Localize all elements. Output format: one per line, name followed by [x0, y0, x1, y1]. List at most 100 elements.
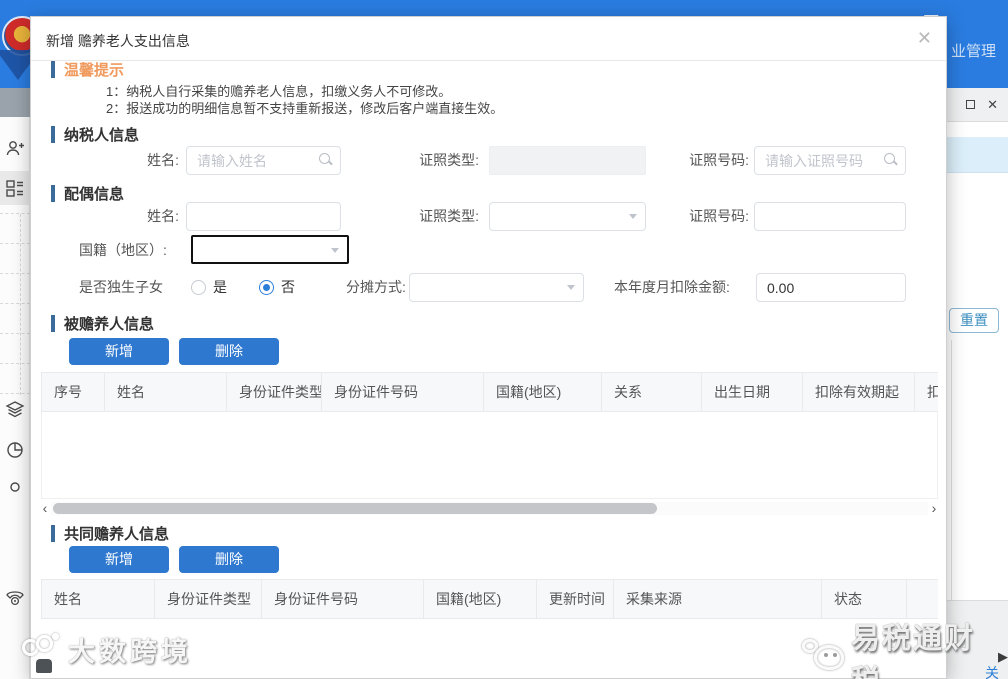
co-supporters-delete-button[interactable]: 删除 [179, 546, 279, 573]
radio-no[interactable] [259, 280, 274, 295]
share-method-select[interactable] [409, 273, 584, 302]
col-relation[interactable]: 关系 [602, 373, 702, 411]
chevron-down-icon [331, 248, 339, 253]
taxpayer-name-label: 姓名: [147, 152, 179, 168]
reset-button[interactable]: 重置 [949, 308, 999, 333]
screen: — ✕ [0, 0, 1008, 679]
background-highlight-row [947, 137, 1008, 173]
panel-divider [951, 340, 952, 600]
sidebar-body [0, 117, 30, 679]
person-add-icon[interactable] [0, 139, 30, 159]
section-bar [51, 185, 55, 202]
section-dependents: 被赡养人信息 [51, 313, 154, 334]
dependents-delete-button[interactable]: 删除 [179, 338, 279, 365]
col-filler [907, 580, 938, 618]
co-supporters-header: 共同赡养人信息 [64, 526, 170, 543]
section-bar [51, 525, 55, 542]
col-birthdate[interactable]: 出生日期 [702, 373, 803, 411]
menu-grid-icon[interactable] [0, 178, 30, 198]
col-seq[interactable]: 序号 [42, 373, 105, 411]
radio-yes[interactable] [191, 280, 206, 295]
col-id-type[interactable]: 身份证件类型 [155, 580, 262, 618]
nationality-select[interactable] [191, 235, 349, 264]
scrollbar-thumb[interactable] [53, 503, 657, 514]
section-spouse: 配偶信息 [51, 183, 124, 204]
horizontal-scrollbar[interactable]: ‹ › [39, 501, 940, 516]
col-source[interactable]: 采集来源 [614, 580, 822, 618]
taxpayer-cert-type-label: 证照类型: [419, 152, 479, 168]
spouse-cert-no-input[interactable] [754, 202, 906, 231]
co-supporters-table: 姓名 身份证件类型 身份证件号码 国籍(地区) 更新时间 采集来源 状态 [41, 579, 938, 619]
phone-icon[interactable] [0, 585, 30, 609]
scroll-left-icon[interactable]: ‹ [39, 501, 51, 516]
section-bar [51, 126, 55, 143]
dependents-add-button[interactable]: 新增 [69, 338, 169, 365]
emblem-ribbon [0, 50, 30, 80]
sidebar-logo-area [0, 0, 30, 88]
only-child-label: 是否独生子女 [79, 279, 163, 295]
taxpayer-header: 纳税人信息 [64, 127, 140, 144]
spouse-name-input[interactable] [186, 202, 341, 231]
right-bottom-bar: 关于 [947, 600, 1008, 679]
spouse-cert-type-select[interactable] [489, 202, 646, 231]
inner-close-icon[interactable]: ✕ [987, 97, 998, 113]
col-id-type[interactable]: 身份证件类型 [227, 373, 322, 411]
inner-window-controls: ✕ [947, 88, 1008, 122]
col-id-number[interactable]: 身份证件号码 [322, 373, 484, 411]
scrollbar-track[interactable] [51, 502, 928, 515]
spouse-header: 配偶信息 [64, 186, 125, 203]
dependents-header: 被赡养人信息 [64, 316, 155, 333]
left-sidebar [0, 0, 30, 679]
about-link[interactable]: 关于 [985, 663, 1008, 679]
dependents-table-body [41, 412, 938, 499]
col-status[interactable]: 状态 [822, 580, 907, 618]
col-deduct-start[interactable]: 扣除有效期起 [803, 373, 915, 411]
co-supporters-table-header: 姓名 身份证件类型 身份证件号码 国籍(地区) 更新时间 采集来源 状态 [41, 579, 938, 619]
right-panel: 业管理 ✕ 重置 关于 [947, 0, 1008, 679]
tip-line-2: 2：报送成功的明细信息暂不支持重新报送，修改后客户端直接生效。 [106, 101, 504, 116]
section-bar [51, 315, 55, 332]
sidebar-gray-strip [0, 88, 30, 117]
col-nationality[interactable]: 国籍(地区) [424, 580, 537, 618]
menu-management-label[interactable]: 业管理 [951, 40, 996, 61]
dialog-title: 新增 赡养老人支出信息 [46, 33, 190, 49]
right-panel-blue: 业管理 [947, 0, 1008, 88]
taxpayer-cert-no-label: 证照号码: [689, 152, 749, 168]
taxpayer-cert-type-field [489, 146, 646, 175]
layers-icon[interactable] [0, 400, 30, 420]
section-taxpayer: 纳税人信息 [51, 124, 139, 145]
spouse-cert-type-label: 证照类型: [419, 208, 479, 224]
section-bar [51, 61, 55, 78]
col-nationality[interactable]: 国籍(地区) [484, 373, 602, 411]
co-supporters-add-button[interactable]: 新增 [69, 546, 169, 573]
pie-chart-icon[interactable] [0, 440, 30, 460]
spouse-name-label: 姓名: [147, 208, 179, 224]
dependents-table-header: 序号 姓名 身份证件类型 身份证件号码 国籍(地区) 关系 出生日期 扣除有效期… [41, 372, 938, 412]
radio-yes-label[interactable]: 是 [213, 280, 227, 295]
taxpayer-name-input[interactable] [186, 146, 341, 175]
tips-header: 温馨提示 [64, 62, 125, 79]
col-name[interactable]: 姓名 [42, 580, 155, 618]
search-icon[interactable] [319, 153, 333, 167]
scroll-right-icon[interactable]: › [928, 501, 940, 516]
dialog-header: 新增 赡养老人支出信息 ✕ [31, 17, 946, 61]
inner-maximize-icon[interactable] [966, 100, 976, 109]
dialog-add-elderly-support: 新增 赡养老人支出信息 ✕ 温馨提示 1：纳税人自行采集的赡养老人信息，扣缴义务… [30, 16, 947, 679]
col-deduct-end[interactable]: 扣除有效期止 [915, 373, 938, 411]
section-tips: 温馨提示 [51, 59, 124, 80]
search-icon[interactable] [884, 153, 898, 167]
dialog-close-icon[interactable]: ✕ [917, 28, 932, 49]
monthly-deduction-input[interactable] [756, 273, 906, 302]
col-id-number[interactable]: 身份证件号码 [262, 580, 424, 618]
dot-icon[interactable] [0, 480, 30, 494]
radio-no-label[interactable]: 否 [281, 280, 295, 295]
col-name[interactable]: 姓名 [105, 373, 227, 411]
dependents-table: 序号 姓名 身份证件类型 身份证件号码 国籍(地区) 关系 出生日期 扣除有效期… [41, 372, 938, 499]
nationality-label: 国籍（地区）: [79, 242, 167, 258]
section-co-supporters: 共同赡养人信息 [51, 523, 169, 544]
col-update-time[interactable]: 更新时间 [537, 580, 614, 618]
calendar-grid [0, 213, 30, 395]
chevron-down-icon [567, 285, 575, 290]
spouse-cert-no-label: 证照号码: [689, 208, 749, 224]
share-method-label: 分摊方式: [346, 279, 406, 295]
